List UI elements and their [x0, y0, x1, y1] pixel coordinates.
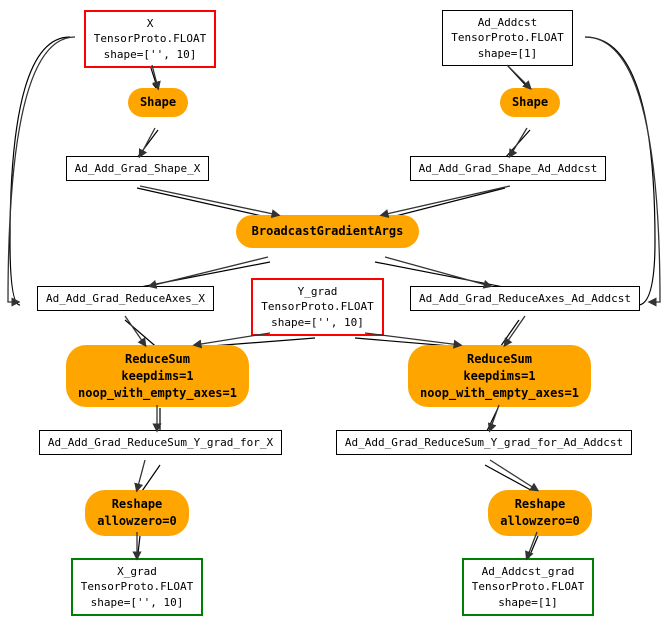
graph-container: XTensorProto.FLOATshape=['', 10] Ad_Addc…: [0, 0, 672, 621]
node-reducesum-y-x: Ad_Add_Grad_ReduceSum_Y_grad_for_X: [18, 430, 303, 455]
node-reshape-right-label: Reshapeallowzero=0: [500, 497, 579, 528]
node-Ad-Addcst-grad: Ad_Addcst_gradTensorProto.FLOATshape=[1]: [428, 558, 628, 616]
node-reduce-axes-x: Ad_Add_Grad_ReduceAxes_X: [18, 286, 233, 311]
node-reducesum-y-x-label: Ad_Add_Grad_ReduceSum_Y_grad_for_X: [48, 436, 273, 449]
node-reducesum-right: ReduceSumkeepdims=1noop_with_empty_axes=…: [412, 345, 587, 407]
node-reducesum-left: ReduceSumkeepdims=1noop_with_empty_axes=…: [70, 345, 245, 407]
node-broadcast: BroadcastGradientArgs: [215, 215, 440, 248]
node-X-label: XTensorProto.FLOATshape=['', 10]: [94, 17, 207, 61]
node-Ad-Addcst: Ad_AddcstTensorProto.FLOATshape=[1]: [430, 10, 585, 66]
node-reshape-left: Reshapeallowzero=0: [72, 490, 202, 536]
node-grad-shape-ad: Ad_Add_Grad_Shape_Ad_Addcst: [388, 156, 628, 181]
node-broadcast-label: BroadcastGradientArgs: [252, 224, 404, 238]
node-reducesum-left-label: ReduceSumkeepdims=1noop_with_empty_axes=…: [78, 352, 237, 400]
node-shape-left-label: Shape: [140, 95, 176, 109]
node-reducesum-y-ad: Ad_Add_Grad_ReduceSum_Y_grad_for_Ad_Addc…: [308, 430, 660, 455]
node-grad-shape-ad-label: Ad_Add_Grad_Shape_Ad_Addcst: [419, 162, 598, 175]
node-Y-grad: Y_gradTensorProto.FLOATshape=['', 10]: [235, 278, 400, 336]
node-Ad-Addcst-label: Ad_AddcstTensorProto.FLOATshape=[1]: [451, 16, 564, 60]
node-reducesum-right-label: ReduceSumkeepdims=1noop_with_empty_axes=…: [420, 352, 579, 400]
node-grad-shape-x-label: Ad_Add_Grad_Shape_X: [75, 162, 201, 175]
node-shape-left: Shape: [118, 88, 198, 117]
node-X-grad: X_gradTensorProto.FLOATshape=['', 10]: [52, 558, 222, 616]
node-reduce-axes-ad: Ad_Add_Grad_ReduceAxes_Ad_Addcst: [400, 286, 650, 311]
node-reduce-axes-ad-label: Ad_Add_Grad_ReduceAxes_Ad_Addcst: [419, 292, 631, 305]
node-Y-grad-label: Y_gradTensorProto.FLOATshape=['', 10]: [261, 285, 374, 329]
node-shape-right: Shape: [490, 88, 570, 117]
node-grad-shape-x: Ad_Add_Grad_Shape_X: [45, 156, 230, 181]
node-reshape-left-label: Reshapeallowzero=0: [97, 497, 176, 528]
node-X: XTensorProto.FLOATshape=['', 10]: [70, 10, 230, 68]
node-Ad-Addcst-grad-label: Ad_Addcst_gradTensorProto.FLOATshape=[1]: [472, 565, 585, 609]
node-reshape-right: Reshapeallowzero=0: [475, 490, 605, 536]
node-reducesum-y-ad-label: Ad_Add_Grad_ReduceSum_Y_grad_for_Ad_Addc…: [345, 436, 623, 449]
node-shape-right-label: Shape: [512, 95, 548, 109]
node-X-grad-label: X_gradTensorProto.FLOATshape=['', 10]: [81, 565, 194, 609]
node-reduce-axes-x-label: Ad_Add_Grad_ReduceAxes_X: [46, 292, 205, 305]
